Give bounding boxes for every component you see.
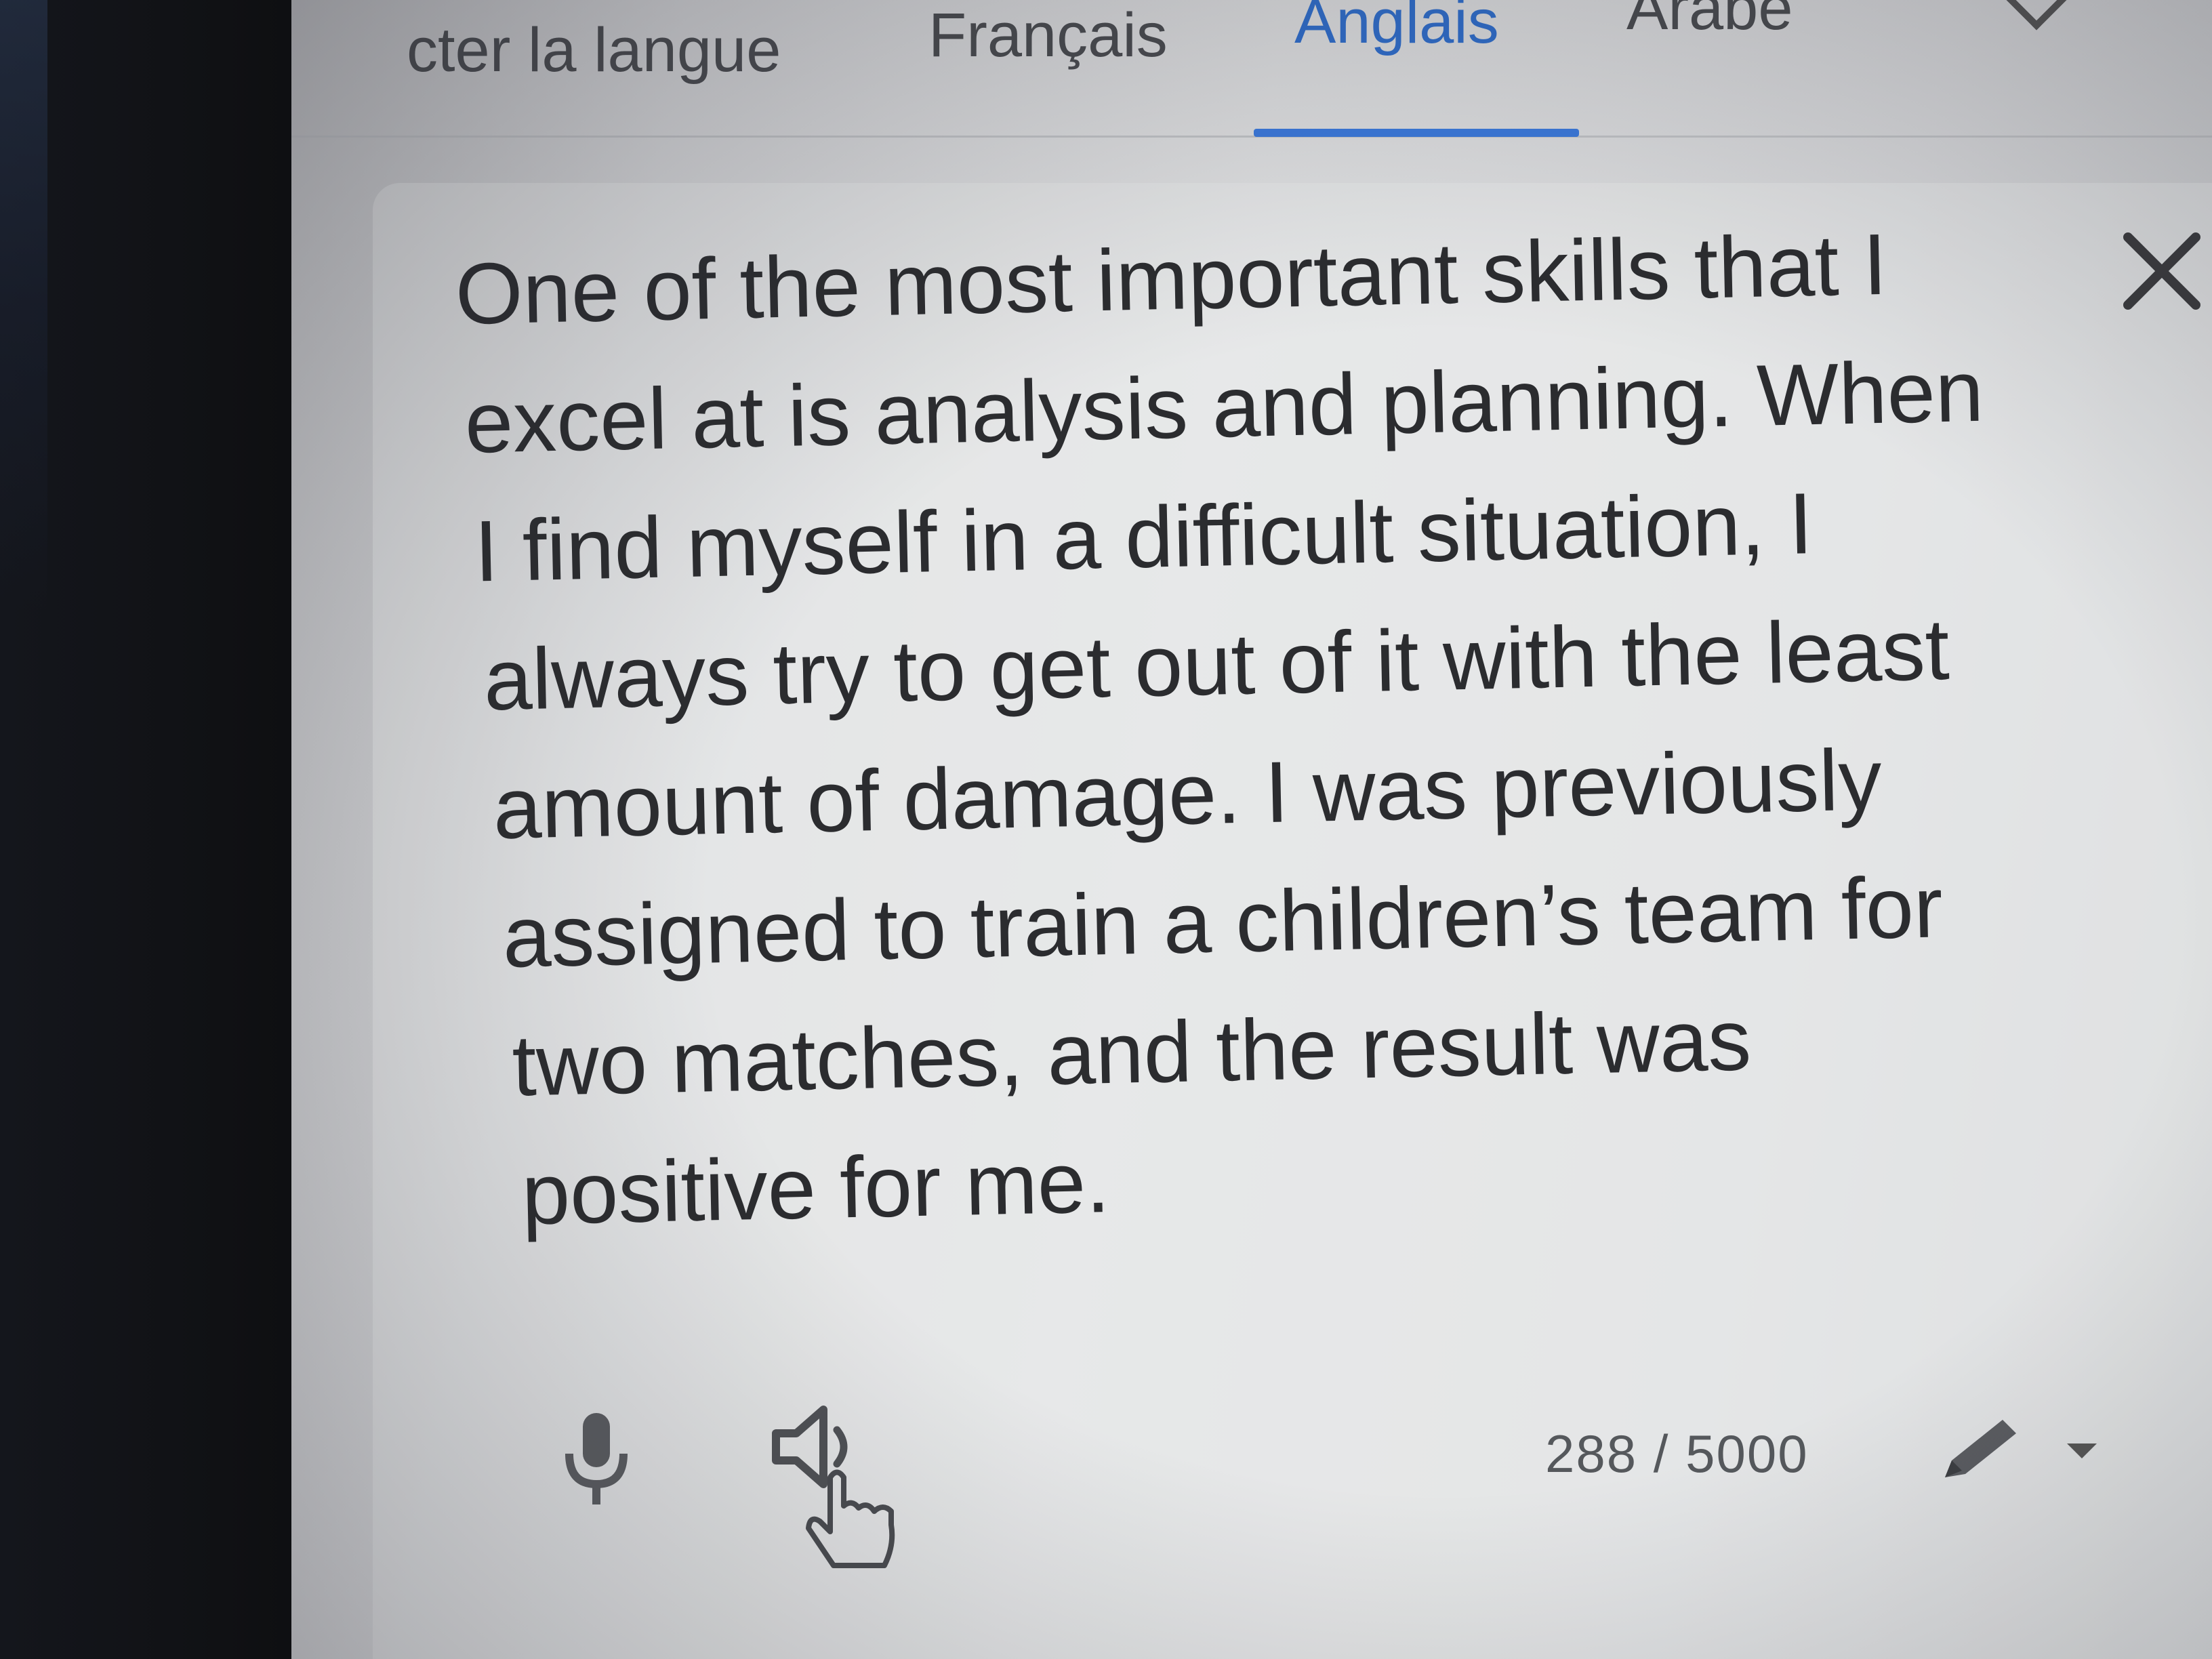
pointer-cursor xyxy=(803,1464,905,1579)
source-textarea[interactable]: One of the most important skills that I … xyxy=(454,197,2102,1261)
translate-screen: cter la langue Français Anglais Arabe On… xyxy=(291,0,2212,1659)
pointer-hand-icon xyxy=(806,1469,895,1568)
handwriting-button[interactable] xyxy=(1931,1410,2026,1491)
pencil-icon xyxy=(1945,1420,2016,1477)
character-counter: 288 / 5000 xyxy=(1545,1424,1809,1483)
input-toolbar: 288 / 5000 xyxy=(291,1342,2212,1568)
tab-arabic[interactable]: Arabe xyxy=(1626,0,1793,44)
microphone-icon xyxy=(565,1413,628,1504)
close-icon xyxy=(2123,232,2200,310)
clear-text-button[interactable] xyxy=(2114,224,2209,319)
tab-english[interactable]: Anglais xyxy=(1294,0,1499,58)
caret-down-icon[interactable] xyxy=(2067,1443,2097,1458)
tab-french[interactable]: Français xyxy=(928,0,1168,71)
bezel-reflection xyxy=(0,0,47,610)
voice-input-button[interactable] xyxy=(556,1406,637,1508)
tab-detect-language[interactable]: cter la langue xyxy=(407,15,781,86)
language-tab-bar: cter la langue Français Anglais Arabe xyxy=(291,0,2212,138)
chevron-down-icon[interactable] xyxy=(2003,0,2070,30)
active-tab-indicator xyxy=(1254,129,1579,137)
